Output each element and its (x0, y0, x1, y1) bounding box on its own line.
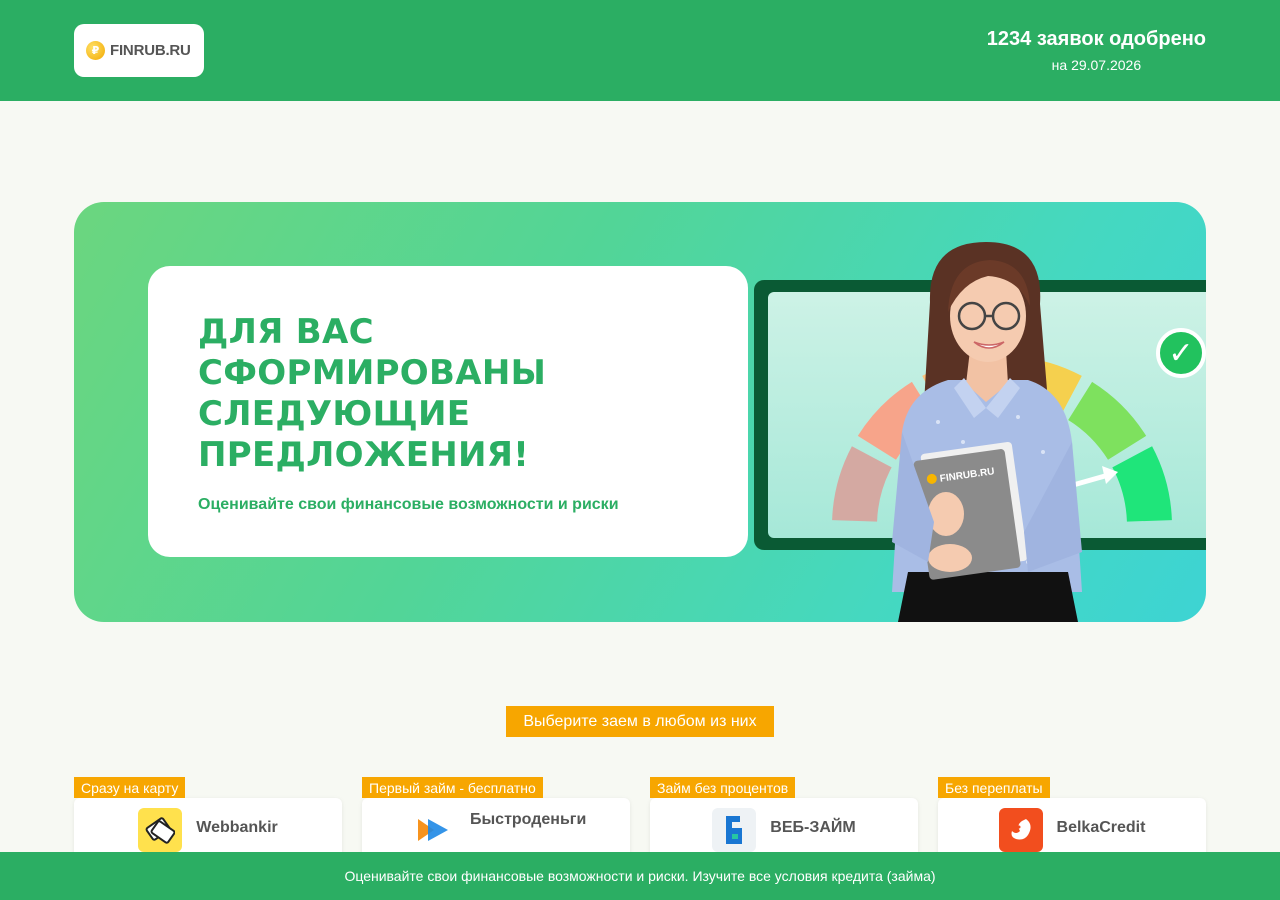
offer-name: Быстроденьги (470, 811, 587, 828)
offer-tag: Первый займ - бесплатно (362, 777, 543, 798)
offer-tag: Займ без процентов (650, 777, 796, 798)
checkmark-icon: ✓ (1156, 328, 1206, 378)
footer-disclaimer: Оценивайте свои финансовые возможности и… (0, 852, 1280, 900)
offer-tag: Сразу на карту (74, 777, 186, 798)
gauge-segment (1112, 446, 1172, 522)
offer-name: BelkaCredit (1056, 819, 1146, 836)
bystrodengi-logo-icon (412, 808, 456, 852)
offer-name: ВЕБ-ЗАЙМ (770, 819, 856, 836)
belkacredit-logo-icon (998, 808, 1043, 852)
approved-date: на 29.07.2026 (1051, 57, 1142, 73)
approved-counter: 1234 заявок одобрено на 29.07.2026 (987, 28, 1206, 73)
offer-name: Webbankir (196, 819, 278, 836)
approved-count: 1234 заявок одобрено (986, 28, 1206, 50)
site-logo[interactable]: ₽ FINRUB.RU (74, 24, 204, 77)
hero-card: ДЛЯ ВАС СФОРМИРОВАНЫ СЛЕДУЮЩИЕ ПРЕДЛОЖЕН… (148, 266, 748, 557)
woman-with-folder-image: FINRUB.RU (892, 242, 1082, 622)
hero-subtitle: Оценивайте свои финансовые возможности и… (198, 496, 619, 513)
footer-text: Оценивайте свои финансовые возможности и… (344, 868, 936, 884)
webbankir-logo-icon (138, 808, 183, 852)
hero-illustration: ✓ FINRUB.RU (748, 242, 1206, 622)
choose-loan-button[interactable]: Выберите заем в любом из них (506, 706, 774, 737)
offer-tag: Без переплаты (938, 777, 1050, 798)
hero-banner: ДЛЯ ВАС СФОРМИРОВАНЫ СЛЕДУЮЩИЕ ПРЕДЛОЖЕН… (74, 202, 1206, 622)
hero-title: ДЛЯ ВАС СФОРМИРОВАНЫ СЛЕДУЮЩИЕ ПРЕДЛОЖЕН… (198, 312, 547, 475)
logo-text: FINRUB.RU (110, 42, 191, 59)
web-zaim-logo-icon (712, 808, 757, 852)
site-header: ₽ FINRUB.RU 1234 заявок одобрено на 29.0… (0, 0, 1280, 101)
ruble-coin-icon: ₽ (86, 41, 105, 60)
